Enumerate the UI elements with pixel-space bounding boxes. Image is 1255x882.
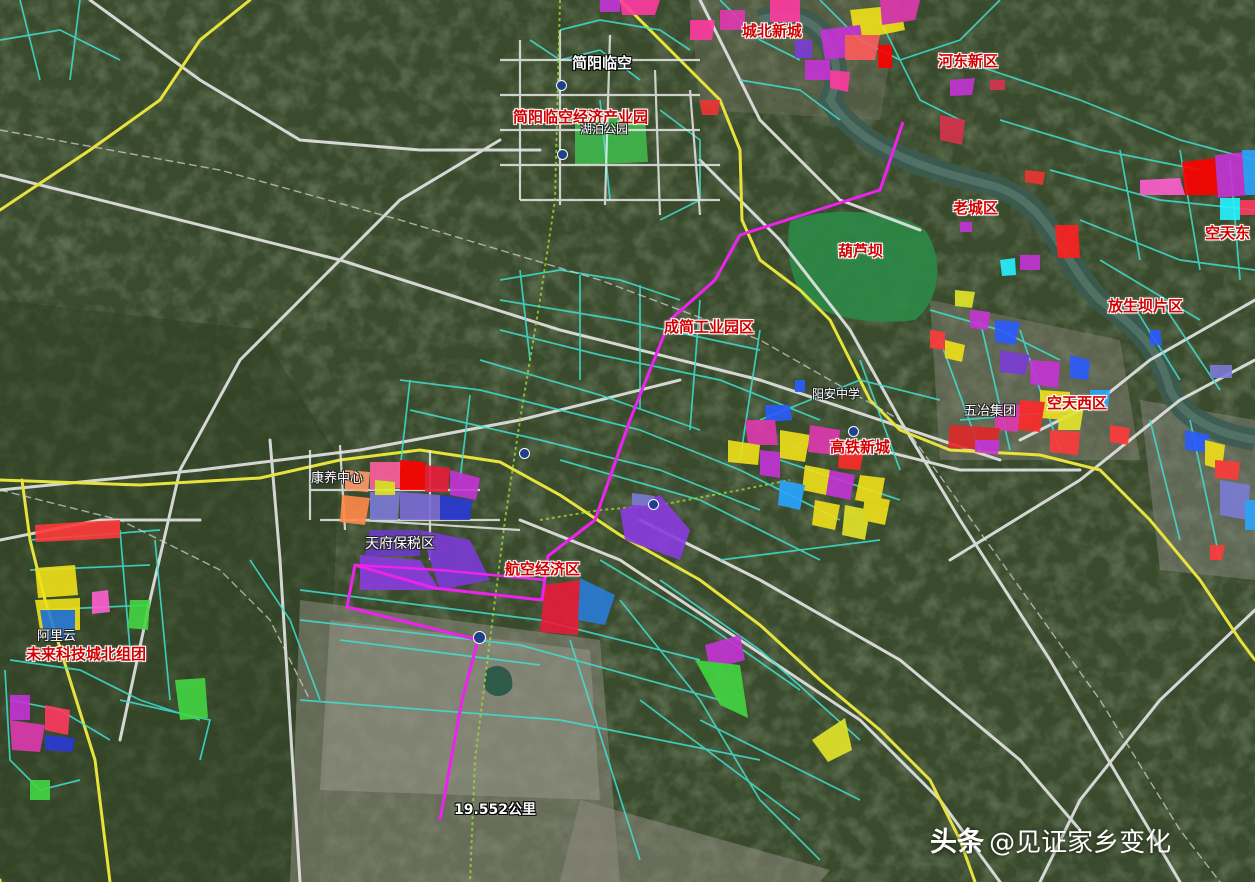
- airport-terminal-pin[interactable]: [473, 631, 486, 644]
- watermark-account: @见证家乡变化: [989, 828, 1172, 858]
- transit-station-pin[interactable]: [557, 149, 568, 160]
- watermark: 头条 @见证家乡变化: [930, 820, 1171, 859]
- transit-station-pin[interactable]: [648, 499, 659, 510]
- label-kongtiandong[interactable]: 空天东: [1205, 226, 1250, 241]
- label-aviation-economic-zone[interactable]: 航空经济区: [505, 562, 580, 577]
- label-alibaba-cloud[interactable]: 阿里云: [37, 630, 76, 643]
- label-future-tech-city-north[interactable]: 未来科技城北组团: [26, 647, 146, 662]
- measurement-distance-label: 19.552公里: [454, 802, 537, 818]
- label-hedong-new-area[interactable]: 河东新区: [938, 54, 998, 69]
- label-wuye-group[interactable]: 五冶集团: [964, 405, 1016, 418]
- label-yangan-middle-school[interactable]: 阳安中学: [812, 388, 860, 400]
- label-kangyang-center[interactable]: 康养中心: [311, 472, 363, 485]
- label-chengjian-industrial-park[interactable]: 成简工业园区: [664, 320, 754, 335]
- label-kongtianxi[interactable]: 空天西区: [1047, 396, 1107, 411]
- map-view[interactable]: 简阳临空 简阳临空经济产业园 湖泊公园 城北新城 河东新区 老城区 葫芦坝 空天…: [0, 0, 1255, 882]
- label-jianyang-linkong[interactable]: 简阳临空: [572, 56, 632, 71]
- transit-station-pin[interactable]: [556, 80, 567, 91]
- transit-station-pin[interactable]: [848, 426, 859, 437]
- label-tianfu-bonded-zone[interactable]: 天府保税区: [365, 537, 435, 551]
- label-shihu-park[interactable]: 湖泊公园: [580, 123, 628, 135]
- watermark-platform: 头条: [930, 827, 984, 858]
- transit-station-pin[interactable]: [519, 448, 530, 459]
- label-huluba[interactable]: 葫芦坝: [838, 244, 883, 259]
- label-chengbei-new-town[interactable]: 城北新城: [742, 24, 802, 39]
- label-fangshengba-area[interactable]: 放生坝片区: [1108, 299, 1183, 314]
- label-highspeed-rail-new-town[interactable]: 高铁新城: [830, 440, 890, 455]
- label-old-town[interactable]: 老城区: [953, 201, 998, 216]
